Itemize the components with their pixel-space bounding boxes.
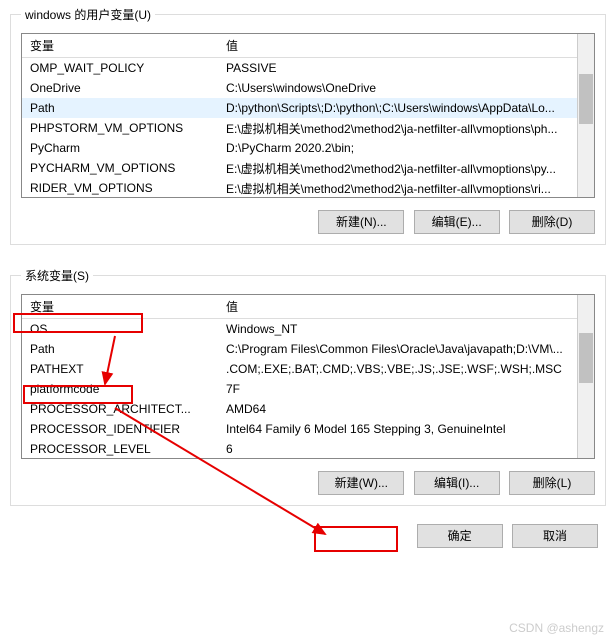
var-value: E:\虚拟机相关\method2\method2\ja-netfilter-al… xyxy=(218,119,577,138)
sys-edit-button[interactable]: 编辑(I)... xyxy=(414,471,500,495)
table-row[interactable]: OSWindows_NT xyxy=(22,319,577,339)
sys-vars-title: 系统变量(S) xyxy=(21,267,93,284)
var-name: OMP_WAIT_POLICY xyxy=(22,60,218,76)
sys-vars-table[interactable]: 变量 值 OSWindows_NT PathC:\Program Files\C… xyxy=(21,294,595,459)
table-row[interactable]: OMP_WAIT_POLICYPASSIVE xyxy=(22,58,577,78)
scrollbar[interactable] xyxy=(577,34,594,197)
var-name: PROCESSOR_LEVEL xyxy=(22,441,218,457)
table-row[interactable]: PYCHARM_VM_OPTIONSE:\虚拟机相关\method2\metho… xyxy=(22,158,577,178)
sys-delete-button[interactable]: 删除(L) xyxy=(509,471,595,495)
var-value: .COM;.EXE;.BAT;.CMD;.VBS;.VBE;.JS;.JSE;.… xyxy=(218,361,577,377)
cancel-button[interactable]: 取消 xyxy=(512,524,598,548)
user-vars-table[interactable]: 变量 值 OMP_WAIT_POLICYPASSIVE OneDriveC:\U… xyxy=(21,33,595,198)
table-row[interactable]: RIDER_VM_OPTIONSE:\虚拟机相关\method2\method2… xyxy=(22,178,577,197)
var-value: 6 xyxy=(218,441,577,457)
ok-button[interactable]: 确定 xyxy=(417,524,503,548)
table-row[interactable]: PROCESSOR_ARCHITECT...AMD64 xyxy=(22,399,577,419)
table-row[interactable]: OneDriveC:\Users\windows\OneDrive xyxy=(22,78,577,98)
watermark: CSDN @ashengz xyxy=(509,621,604,635)
table-row[interactable]: PathD:\python\Scripts\;D:\python\;C:\Use… xyxy=(22,98,577,118)
var-name: RIDER_VM_OPTIONS xyxy=(22,180,218,196)
var-name: platformcode xyxy=(22,381,218,397)
user-edit-button[interactable]: 编辑(E)... xyxy=(414,210,500,234)
var-value: Windows_NT xyxy=(218,321,577,337)
user-header-val[interactable]: 值 xyxy=(218,34,577,58)
table-row[interactable]: PATHEXT.COM;.EXE;.BAT;.CMD;.VBS;.VBE;.JS… xyxy=(22,359,577,379)
var-name: PROCESSOR_ARCHITECT... xyxy=(22,401,218,417)
table-row[interactable]: PyCharmD:\PyCharm 2020.2\bin; xyxy=(22,138,577,158)
var-value: E:\虚拟机相关\method2\method2\ja-netfilter-al… xyxy=(218,159,577,178)
var-name: PATHEXT xyxy=(22,361,218,377)
table-row[interactable]: PROCESSOR_LEVEL6 xyxy=(22,439,577,458)
var-name: Path xyxy=(22,100,218,116)
var-value: 7F xyxy=(218,381,577,397)
var-name: OneDrive xyxy=(22,80,218,96)
var-name: PyCharm xyxy=(22,140,218,156)
table-row[interactable]: PathC:\Program Files\Common Files\Oracle… xyxy=(22,339,577,359)
var-value: C:\Users\windows\OneDrive xyxy=(218,80,577,96)
table-row[interactable]: PROCESSOR_IDENTIFIERIntel64 Family 6 Mod… xyxy=(22,419,577,439)
var-name: PHPSTORM_VM_OPTIONS xyxy=(22,120,218,136)
var-name: PROCESSOR_IDENTIFIER xyxy=(22,421,218,437)
scrollbar[interactable] xyxy=(577,295,594,458)
var-value: AMD64 xyxy=(218,401,577,417)
var-value: PASSIVE xyxy=(218,60,577,76)
var-value: C:\Program Files\Common Files\Oracle\Jav… xyxy=(218,341,577,357)
user-header-var[interactable]: 变量 xyxy=(22,34,218,58)
user-delete-button[interactable]: 删除(D) xyxy=(509,210,595,234)
var-name: Path xyxy=(22,341,218,357)
table-row[interactable]: PHPSTORM_VM_OPTIONSE:\虚拟机相关\method2\meth… xyxy=(22,118,577,138)
table-row[interactable]: platformcode7F xyxy=(22,379,577,399)
var-value: E:\虚拟机相关\method2\method2\ja-netfilter-al… xyxy=(218,179,577,198)
var-value: D:\PyCharm 2020.2\bin; xyxy=(218,140,577,156)
sys-header-var[interactable]: 变量 xyxy=(22,295,218,319)
var-value: D:\python\Scripts\;D:\python\;C:\Users\w… xyxy=(218,100,577,116)
sys-header-val[interactable]: 值 xyxy=(218,295,577,319)
user-vars-title: windows 的用户变量(U) xyxy=(21,6,155,23)
user-new-button[interactable]: 新建(N)... xyxy=(318,210,404,234)
sys-new-button[interactable]: 新建(W)... xyxy=(318,471,404,495)
var-name: PYCHARM_VM_OPTIONS xyxy=(22,160,218,176)
var-value: Intel64 Family 6 Model 165 Stepping 3, G… xyxy=(218,421,577,437)
var-name: OS xyxy=(22,321,218,337)
